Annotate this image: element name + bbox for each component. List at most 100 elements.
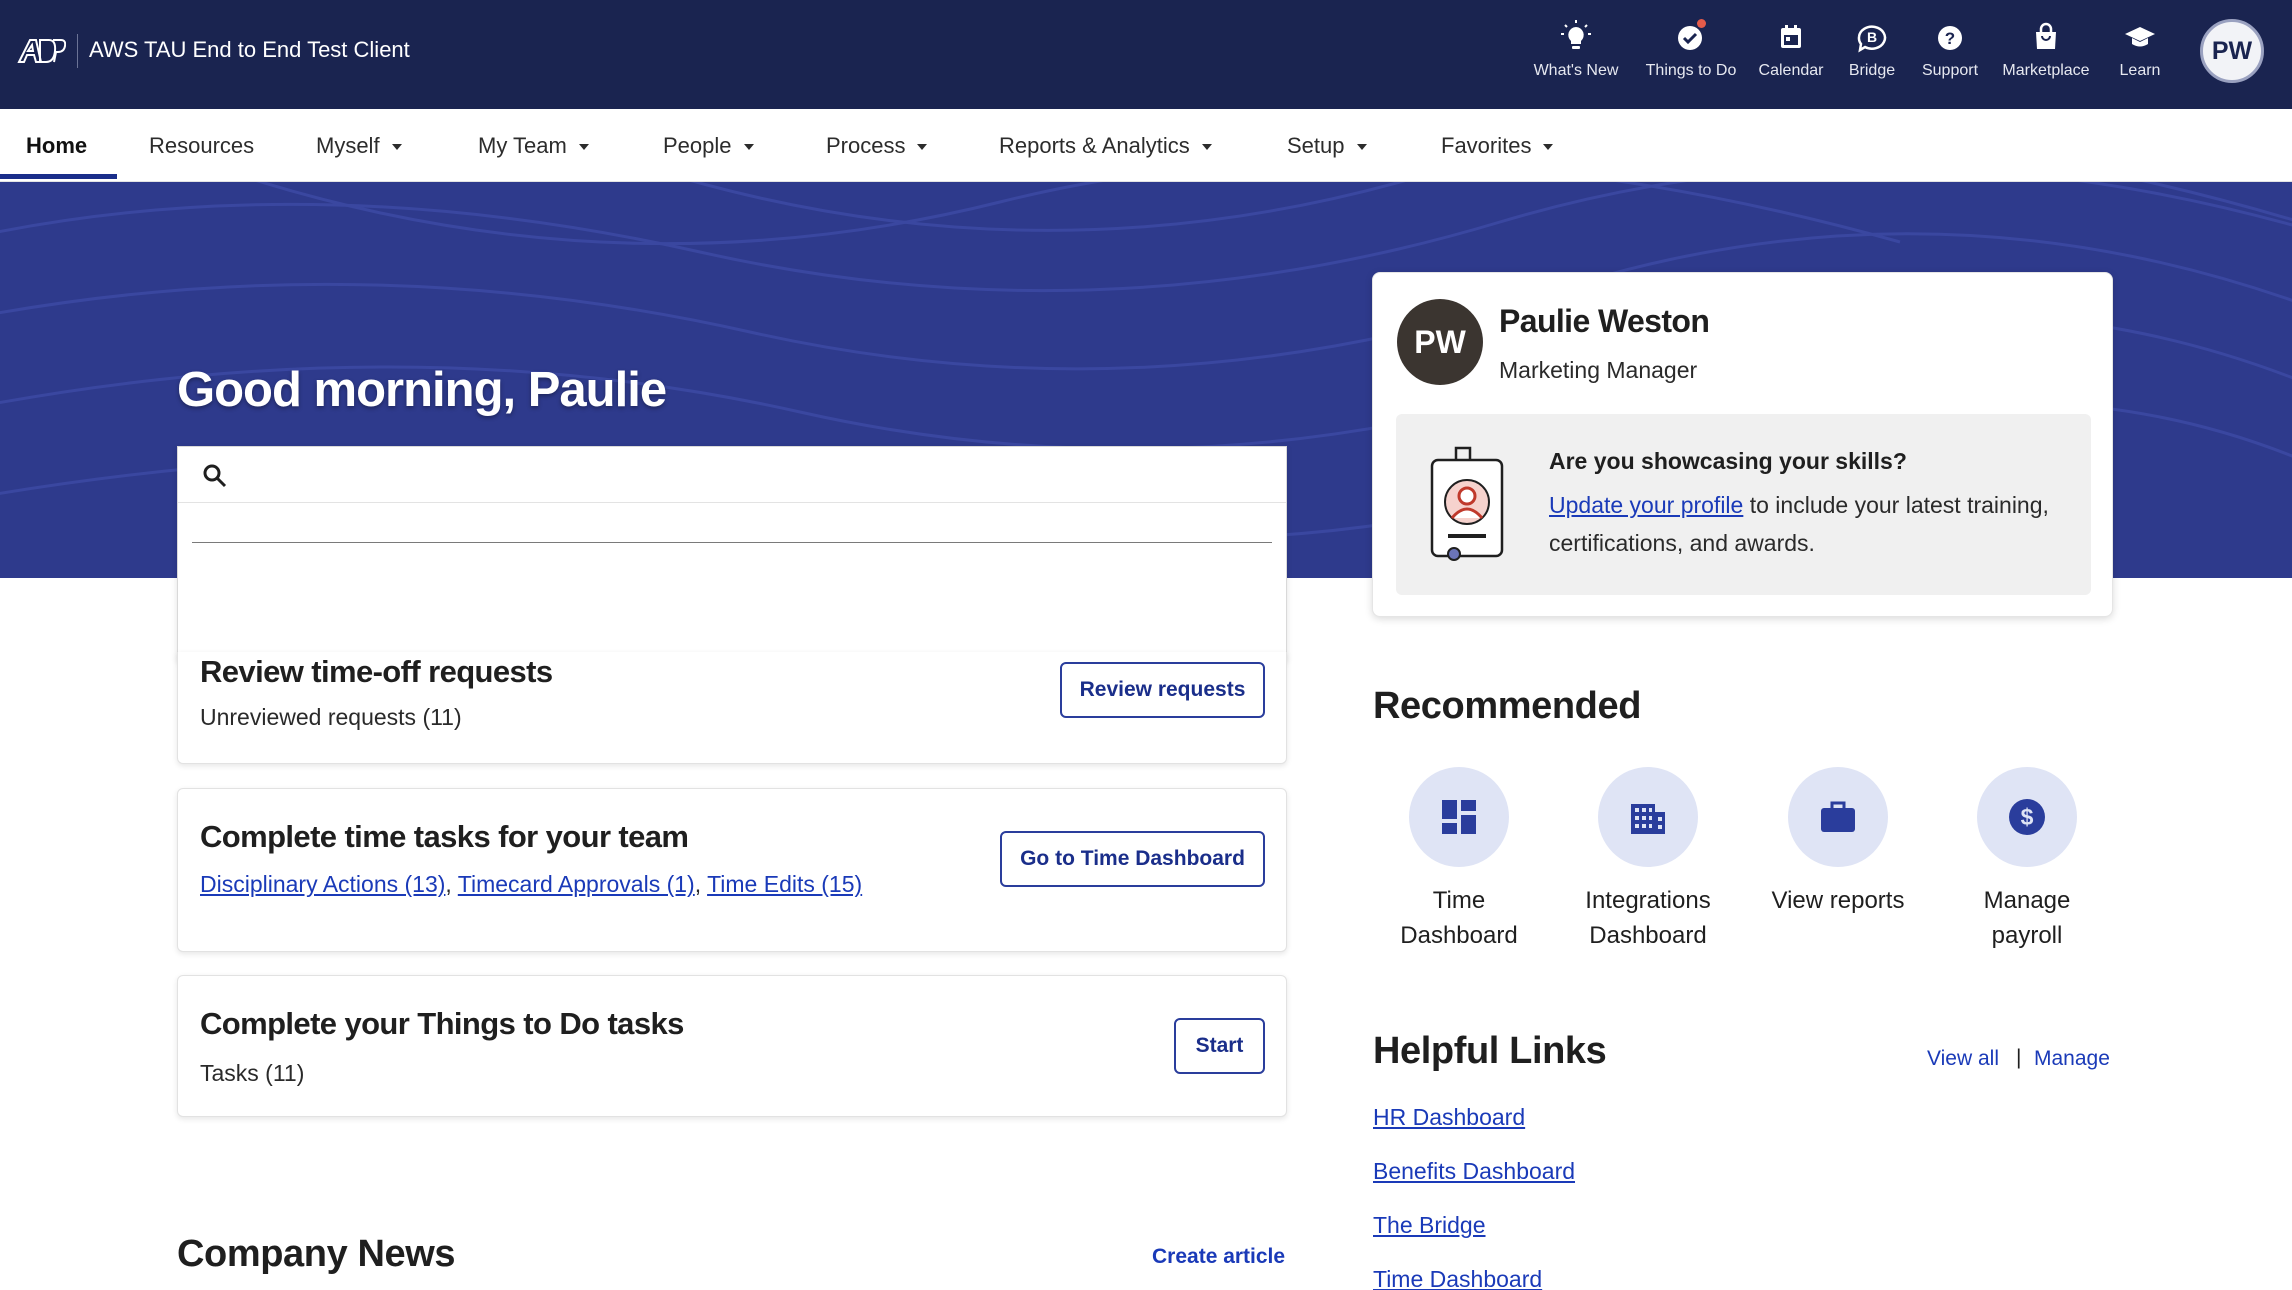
recommended-icon-circle: $: [1977, 767, 2077, 867]
notification-dot: [1697, 19, 1706, 28]
recommended-icon-circle: [1409, 767, 1509, 867]
timecard-approvals-link[interactable]: Timecard Approvals (1): [458, 871, 695, 897]
top-icon-things-to-do[interactable]: Things to Do: [1640, 14, 1742, 80]
top-icon-label: Bridge: [1848, 62, 1896, 79]
dollar-icon: $: [2009, 799, 2045, 835]
recommended-view-reports[interactable]: View reports: [1758, 767, 1918, 918]
nav-item-setup[interactable]: Setup: [1287, 109, 1367, 182]
top-icon-calendar[interactable]: Calendar: [1752, 14, 1830, 80]
task-subtitle: Tasks (11): [200, 1060, 305, 1086]
profile-card: PW Paulie Weston Marketing Manager Are y…: [1372, 272, 2113, 617]
user-avatar[interactable]: PW: [2200, 19, 2264, 83]
lightbulb-icon: [1561, 20, 1591, 49]
chevron-down-icon: [917, 143, 928, 150]
nav-item-home[interactable]: Home: [26, 109, 87, 182]
nav-item-my-team[interactable]: My Team: [478, 109, 589, 182]
helpful-link-benefits-dashboard[interactable]: Benefits Dashboard: [1373, 1158, 1575, 1185]
svg-text:B: B: [1867, 29, 1877, 45]
adp-logo[interactable]: [16, 36, 66, 66]
task-card-time-off: Review time-off requests Unreviewed requ…: [177, 652, 1287, 764]
manage-link[interactable]: Manage: [2034, 1047, 2110, 1071]
graduation-cap-icon: [2125, 27, 2155, 47]
create-article-link[interactable]: Create article: [1152, 1245, 1285, 1269]
recommended-label: Integrations Dashboard: [1585, 887, 1711, 949]
nav-label: Resources: [149, 132, 255, 158]
link-separator: |: [2016, 1046, 2022, 1069]
nav-label: Reports & Analytics: [999, 132, 1190, 158]
review-requests-button[interactable]: Review requests: [1060, 662, 1265, 718]
nav-label: My Team: [478, 132, 567, 158]
profile-name: Paulie Weston: [1499, 303, 1710, 339]
view-all-link[interactable]: View all: [1927, 1047, 1999, 1071]
client-name: AWS TAU End to End Test Client: [89, 37, 410, 62]
top-icon-label: Marketplace: [2002, 62, 2090, 79]
nav-label: Home: [26, 132, 88, 158]
recommended-time-dashboard[interactable]: Time Dashboard: [1379, 767, 1539, 953]
calendar-icon: [1781, 25, 1801, 48]
profile-avatar[interactable]: PW: [1397, 299, 1483, 385]
bridge-icon: B: [1857, 25, 1887, 53]
top-bar: AWS TAU End to End Test Client What's Ne…: [0, 0, 2292, 109]
go-to-time-dashboard-button[interactable]: Go to Time Dashboard: [1000, 831, 1265, 887]
nav-label: Myself: [316, 132, 380, 158]
helpful-link-hr-dashboard[interactable]: HR Dashboard: [1373, 1104, 1525, 1131]
nav-item-process[interactable]: Process: [826, 109, 928, 182]
greeting-heading: Good morning, Paulie: [177, 363, 667, 417]
recommended-heading: Recommended: [1373, 685, 1642, 727]
help-icon: ?: [1938, 26, 1962, 50]
nav-item-people[interactable]: People: [663, 109, 754, 182]
top-icon-label: Support: [1921, 62, 1979, 79]
recommended-label: View reports: [1771, 887, 1905, 914]
helpful-link-the-bridge[interactable]: The Bridge: [1373, 1212, 1486, 1239]
profile-role: Marketing Manager: [1499, 357, 1698, 383]
dashboard-icon: [1442, 800, 1476, 834]
nav-label: People: [663, 132, 732, 158]
update-profile-link[interactable]: Update your profile: [1549, 492, 1743, 518]
chevron-down-icon: [743, 143, 754, 150]
recommended-icon-circle: [1788, 767, 1888, 867]
showcase-title: Are you showcasing your skills?: [1549, 448, 1907, 474]
nav-item-reports-analytics[interactable]: Reports & Analytics: [999, 109, 1212, 182]
start-button[interactable]: Start: [1174, 1018, 1265, 1074]
chevron-down-icon: [1201, 143, 1212, 150]
nav-label: Process: [826, 132, 906, 158]
nav-item-favorites[interactable]: Favorites: [1441, 109, 1554, 182]
helpful-link-time-dashboard[interactable]: Time Dashboard: [1373, 1266, 1542, 1290]
nav-item-resources[interactable]: Resources: [149, 109, 254, 182]
link-separator: ,: [694, 871, 708, 897]
search-panel: [177, 446, 1287, 661]
disciplinary-actions-link[interactable]: Disciplinary Actions (13): [200, 871, 445, 897]
nav-label: Favorites: [1441, 132, 1532, 158]
search-input[interactable]: [242, 455, 1272, 495]
time-edits-link[interactable]: Time Edits (15): [707, 871, 862, 897]
recommended-icon-circle: [1598, 767, 1698, 867]
showcase-text: Update your profile to include your late…: [1549, 486, 2069, 562]
recommended-label: Time Dashboard: [1400, 887, 1518, 949]
building-icon: [1631, 804, 1665, 834]
skills-showcase-panel: Are you showcasing your skills? Update y…: [1396, 414, 2091, 595]
nav-item-myself[interactable]: Myself: [316, 109, 402, 182]
top-icon-label: Learn: [2119, 62, 2161, 79]
shopping-bag-icon: [2036, 22, 2056, 49]
recommended-integrations-dashboard[interactable]: Integrations Dashboard: [1568, 767, 1728, 953]
top-icon-support[interactable]: ? Support: [1914, 14, 1986, 80]
active-tab-indicator: [0, 174, 117, 179]
top-icon-learn[interactable]: Learn: [2108, 14, 2172, 80]
search-icon: [203, 464, 227, 488]
recommended-manage-payroll[interactable]: $ Manage payroll: [1947, 767, 2107, 953]
top-icon-whats-new[interactable]: What's New: [1528, 14, 1624, 80]
chevron-down-icon: [578, 143, 589, 150]
top-icon-label: Calendar: [1758, 62, 1824, 79]
link-separator: ,: [445, 871, 458, 897]
id-badge-icon: [1430, 446, 1504, 561]
top-icon-bridge[interactable]: B Bridge: [1836, 14, 1908, 80]
top-icon-label: Things to Do: [1645, 62, 1737, 79]
top-icon-label: What's New: [1533, 62, 1619, 79]
briefcase-icon: [1821, 801, 1855, 832]
top-icon-marketplace[interactable]: Marketplace: [1996, 14, 2096, 80]
logo-divider: [77, 34, 78, 68]
task-card-time-tasks: Complete time tasks for your team Discip…: [177, 788, 1287, 952]
main-nav: Home Resources Myself My Team People Pro…: [0, 109, 2292, 182]
helpful-links-heading: Helpful Links: [1373, 1030, 1607, 1072]
svg-text:?: ?: [1945, 29, 1955, 48]
